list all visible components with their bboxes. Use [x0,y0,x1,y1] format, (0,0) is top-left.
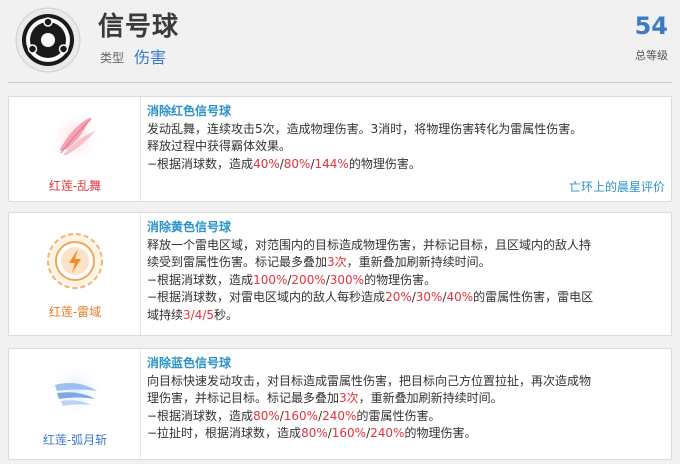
skill-desc-line: 发动乱舞，连续攻击5次，造成物理伤害。3消时，将物理伤害转化为雷属性伤害。 [147,121,583,136]
desc-text: 的雷属性伤害。 [356,408,441,423]
value-highlight: 240% [370,426,405,440]
desc-text: 理伤害，并标记目标。标记最多叠加 [147,391,340,405]
desc-text: 的雷属性伤害，雷电区 [473,290,594,304]
value-highlight: 3次 [327,255,347,269]
skill-desc-line: 释放过程中获得霸体效果。 [147,139,292,153]
skill-description: 消除黄色信号球 释放一个雷电区域，对范围内的目标造成物理伤害，并标记目标，且区域… [147,219,665,324]
skill-title: 消除蓝色信号球 [147,356,232,370]
skill-desc-line: −拉扯时，根据消球数，造成80%/160%/240%的物理伤害。 [147,425,665,443]
value-highlight: 3/4/5 [183,307,215,322]
skill-name: 红莲-乱舞 [48,179,102,193]
skill-desc-line: −根据消球数，造成100%/200%/300%的物理伤害。 [147,272,665,290]
skill-desc-line: 续受到雷属性伤害。标记最多叠加3次，重新叠加刷新持续时间。 [147,254,665,272]
desc-text: 的物理伤害。 [348,156,421,171]
skill-desc-line: −根据消球数，造成80%/160%/240%的雷属性伤害。 [147,408,665,426]
desc-text: 秒。 [214,307,239,322]
skill-card-left: 红莲-雷域 [9,213,141,335]
blue-crescent-slash-icon [45,361,105,421]
skill-name: 红莲-弧月斩 [42,433,108,447]
skill-title: 消除红色信号球 [147,104,232,118]
desc-text: ，重新叠加刷新持续时间。 [346,255,491,269]
evaluation-link[interactable]: 亡环上的晨星评价 [569,178,665,195]
value-highlight: 20% [385,290,412,304]
page-title: 信号球 [98,12,180,42]
desc-text: −拉扯时，根据消球数，造成 [147,426,302,440]
skill-card-red: 红莲-乱舞 消除红色信号球 发动乱舞，连续攻击5次，造成物理伤害。3消时，将物理… [8,96,672,202]
skill-card-blue: 红莲-弧月斩 消除蓝色信号球 向目标快速发动攻击，对目标造成雷属性伤害，把目标向… [8,348,672,460]
desc-text: −根据消球数，造成 [147,156,254,171]
value-highlight: 80% [283,156,311,171]
desc-text: −根据消球数，造成 [147,408,254,423]
total-level-value: 54 [634,12,668,40]
value-highlight: 80% [253,408,280,423]
signal-orb-icon [14,6,82,74]
skill-desc-line: 向目标快速发动攻击，对目标造成雷属性伤害，把目标向己方位置拉扯，再次造成物 [147,373,592,388]
header-divider [8,82,672,83]
skill-desc-line: 域持续3/4/5秒。 [147,307,665,325]
lightning-gear-icon [45,231,105,291]
skill-desc-line: 释放一个雷电区域，对范围内的目标造成物理伤害，并标记目标，且区域内的敌人持 [147,237,592,252]
value-highlight: 240% [322,408,357,423]
skill-card-left: 红莲-乱舞 [9,97,141,201]
value-highlight: 3次 [339,391,359,405]
skill-name: 红莲-雷域 [48,305,102,319]
skill-title: 消除黄色信号球 [147,220,232,234]
skill-description: 消除蓝色信号球 向目标快速发动攻击，对目标造成雷属性伤害，把目标向己方位置拉扯，… [147,355,665,443]
value-highlight: 40% [446,290,474,304]
skill-description: 消除红色信号球 发动乱舞，连续攻击5次，造成物理伤害。3消时，将物理伤害转化为雷… [147,103,665,173]
skill-card-yellow: 红莲-雷域 消除黄色信号球 释放一个雷电区域，对范围内的目标造成物理伤害，并标记… [8,212,672,336]
value-highlight: 40% [253,156,280,171]
desc-text: −根据消球数，造成 [147,272,254,287]
value-highlight: 100% [253,272,288,287]
skill-desc-line: −根据消球数，造成40%/80%/144%的物理伤害。 [147,156,665,174]
skill-desc-line: −根据消球数，对雷电区域内的敌人每秒造成20%/30%/40%的雷属性伤害，雷电… [147,289,665,307]
value-highlight: 80% [301,426,328,440]
desc-text: 续受到雷属性伤害。标记最多叠加 [147,255,328,269]
type-value: 伤害 [134,48,167,67]
total-level-label: 总等级 [635,49,668,62]
type-label: 类型 [100,51,125,65]
value-highlight: 160% [331,426,367,440]
value-highlight: 200% [291,272,326,287]
desc-text: −根据消球数，对雷电区域内的敌人每秒造成 [147,290,386,304]
value-highlight: 30% [415,290,443,304]
value-highlight: 300% [329,272,365,287]
skill-desc-line: 理伤害，并标记目标。标记最多叠加3次，重新叠加刷新持续时间。 [147,390,665,408]
skill-card-left: 红莲-弧月斩 [9,349,141,459]
header: 信号球 类型 伤害 54 总等级 [0,0,680,82]
desc-text: 的物理伤害。 [364,272,437,287]
desc-text: 的物理伤害。 [404,426,477,440]
value-highlight: 144% [314,156,349,171]
value-highlight: 160% [283,408,319,423]
desc-text: ，重新叠加刷新持续时间。 [358,391,503,405]
desc-text: 域持续 [147,307,184,322]
pink-feather-icon [45,107,105,167]
